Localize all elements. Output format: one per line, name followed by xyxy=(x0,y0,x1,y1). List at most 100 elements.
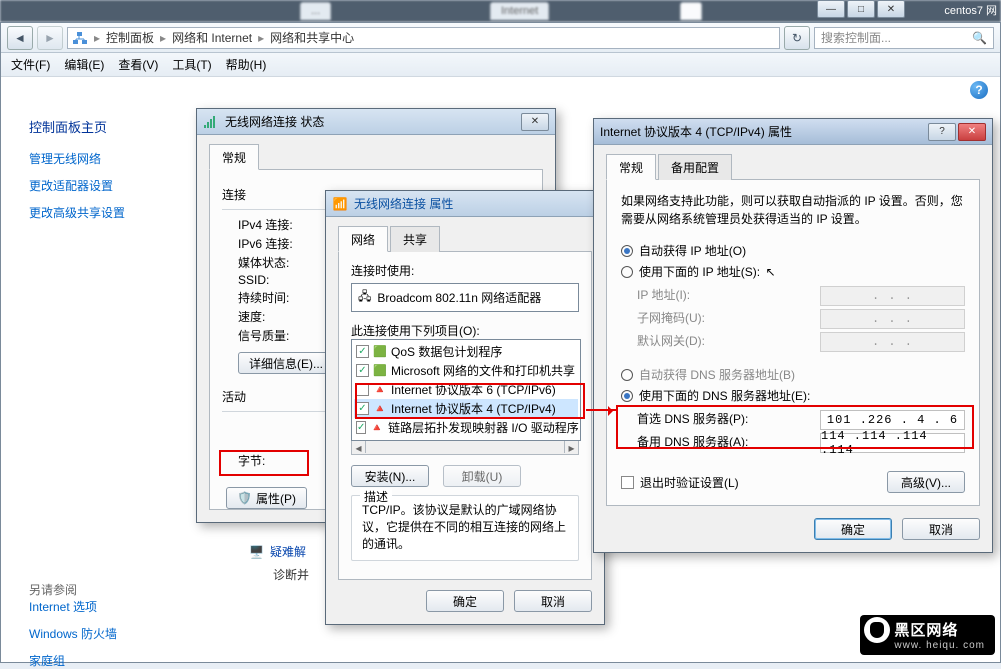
label-preferred-dns: 首选 DNS 服务器(P): xyxy=(637,410,748,430)
adapter-icon: 🖧 xyxy=(358,287,371,308)
diagnose-text: 诊断并 xyxy=(273,566,309,583)
breadcrumb[interactable]: 网络和 Internet xyxy=(172,29,252,46)
ipv4-properties-dialog: Internet 协议版本 4 (TCP/IPv4) 属性 ? ✕ 常规 备用配… xyxy=(593,118,993,553)
label-speed: 速度: xyxy=(238,308,322,325)
checkbox-validate[interactable] xyxy=(621,476,634,489)
tab-general[interactable]: 常规 xyxy=(606,154,656,180)
cancel-button[interactable]: 取消 xyxy=(514,590,592,612)
content-area: 🖥️ 疑难解 诊断并 xyxy=(249,543,309,589)
protocol-icon: 🔺 xyxy=(373,383,387,397)
breadcrumb[interactable]: 控制面板 xyxy=(106,29,154,46)
sidebar-link-advanced-sharing[interactable]: 更改高级共享设置 xyxy=(29,204,191,221)
protocol-label: Internet 协议版本 6 (TCP/IPv6) xyxy=(391,381,556,398)
back-button[interactable]: ◄ xyxy=(7,26,33,50)
tab-alternate[interactable]: 备用配置 xyxy=(658,154,732,180)
menu-help[interactable]: 帮助(H) xyxy=(226,56,267,73)
sidebar: 控制面板主页 管理无线网络 更改适配器设置 更改高级共享设置 另请参阅 Inte… xyxy=(1,101,191,662)
troubleshoot-link[interactable]: 疑难解 xyxy=(270,543,306,560)
sidebar-heading: 控制面板主页 xyxy=(29,117,191,136)
sidebar-link-firewall[interactable]: Windows 防火墙 xyxy=(29,625,191,642)
radio-auto-ip[interactable] xyxy=(621,245,633,257)
alternate-dns-field[interactable]: 114 .114 .114 .114 xyxy=(820,433,965,453)
menu-edit[interactable]: 编辑(E) xyxy=(64,56,104,73)
sidebar-link-homegroup[interactable]: 家庭组 xyxy=(29,652,191,669)
protocol-list[interactable]: ✓🟩QoS 数据包计划程序✓🟩Microsoft 网络的文件和打印机共享🔺Int… xyxy=(351,339,581,441)
checkbox-icon[interactable] xyxy=(356,383,369,396)
ip-field: . . . xyxy=(820,286,965,306)
close-button[interactable]: ✕ xyxy=(521,113,549,131)
refresh-button[interactable]: ↻ xyxy=(784,26,810,50)
network-icon xyxy=(72,30,88,46)
tab-sharing[interactable]: 共享 xyxy=(390,226,440,252)
label-duration: 持续时间: xyxy=(238,289,322,306)
label-ipv6: IPv6 连接: xyxy=(238,235,322,252)
details-button[interactable]: 详细信息(E)... xyxy=(238,352,334,374)
protocol-item[interactable]: ✓ 🟩 Microsoft 网络的文件和打印机共享 xyxy=(354,361,578,380)
dialog-title: Internet 协议版本 4 (TCP/IPv4) 属性 xyxy=(600,123,792,140)
browser-tab[interactable]: ... xyxy=(300,2,331,20)
intro-text: 如果网络支持此功能，则可以获取自动指派的 IP 设置。否则，您需要从网络系统管理… xyxy=(621,192,965,228)
window-maximize[interactable]: □ xyxy=(847,0,875,18)
tab-general[interactable]: 常规 xyxy=(209,144,259,170)
protocol-item[interactable]: ✓🟩QoS 数据包计划程序 xyxy=(354,342,578,361)
mask-field: . . . xyxy=(820,309,965,329)
protocol-item[interactable]: 🔺 Internet 协议版本 6 (TCP/IPv6) xyxy=(354,380,578,399)
sidebar-link-adapter-settings[interactable]: 更改适配器设置 xyxy=(29,177,191,194)
label-uses-following: 此连接使用下列项目(O): xyxy=(351,322,579,339)
protocol-label: Microsoft 网络的文件和打印机共享 xyxy=(391,362,575,379)
label-use-ip: 使用下面的 IP 地址(S): xyxy=(639,265,760,279)
nav-bar: ◄ ► ▸ 控制面板 ▸ 网络和 Internet ▸ 网络和共享中心 ↻ 搜索… xyxy=(1,23,1000,53)
help-icon[interactable]: ? xyxy=(970,81,988,99)
menu-file[interactable]: 文件(F) xyxy=(11,56,50,73)
ok-button[interactable]: 确定 xyxy=(426,590,504,612)
checkbox-icon[interactable]: ✓ xyxy=(356,364,369,377)
search-icon: 🔍 xyxy=(972,31,987,45)
help-button[interactable]: ? xyxy=(928,123,956,141)
install-button[interactable]: 安装(N)... xyxy=(351,465,429,487)
cancel-button[interactable]: 取消 xyxy=(902,518,980,540)
checkbox-icon[interactable]: ✓ xyxy=(356,402,369,415)
menu-view[interactable]: 查看(V) xyxy=(118,56,158,73)
breadcrumb[interactable]: 网络和共享中心 xyxy=(270,29,354,46)
label-auto-ip: 自动获得 IP 地址(O) xyxy=(639,244,746,258)
radio-auto-dns[interactable] xyxy=(621,369,633,381)
cursor-icon: ↖ xyxy=(765,265,775,279)
gateway-field: . . . xyxy=(820,332,965,352)
sidebar-link-manage-wireless[interactable]: 管理无线网络 xyxy=(29,150,191,167)
label-alternate-dns: 备用 DNS 服务器(A): xyxy=(637,433,748,453)
address-bar[interactable]: ▸ 控制面板 ▸ 网络和 Internet ▸ 网络和共享中心 xyxy=(67,27,780,49)
advanced-button[interactable]: 高级(V)... xyxy=(887,471,965,493)
label-description: 描述 xyxy=(360,488,392,505)
menu-tools[interactable]: 工具(T) xyxy=(172,56,211,73)
chevron-right-icon: ▸ xyxy=(94,31,100,45)
label-ipv4: IPv4 连接: xyxy=(238,216,322,233)
label-use-dns: 使用下面的 DNS 服务器地址(E): xyxy=(639,389,810,403)
sidebar-link-internet-options[interactable]: Internet 选项 xyxy=(29,598,191,615)
uninstall-button[interactable]: 卸载(U) xyxy=(443,465,521,487)
ok-button[interactable]: 确定 xyxy=(814,518,892,540)
watermark-url: www. heiqu. com xyxy=(894,640,985,651)
close-button[interactable]: ✕ xyxy=(958,123,986,141)
scrollbar-horizontal[interactable]: ◂ ▸ xyxy=(351,441,579,455)
label-gateway: 默认网关(D): xyxy=(637,332,705,352)
protocol-item[interactable]: ✓🔺链路层拓扑发现映射器 I/O 驱动程序 xyxy=(354,418,578,437)
radio-use-ip[interactable] xyxy=(621,266,633,278)
browser-tab[interactable] xyxy=(680,2,702,20)
search-input[interactable]: 搜索控制面... 🔍 xyxy=(814,27,994,49)
service-icon: 🟩 xyxy=(373,364,387,378)
checkbox-icon[interactable]: ✓ xyxy=(356,345,369,358)
preferred-dns-field[interactable]: 101 .226 . 4 . 6 xyxy=(820,410,965,430)
window-close[interactable]: ✕ xyxy=(877,0,905,18)
shield-icon: 🛡️ xyxy=(237,491,252,505)
browser-tab[interactable]: Internet xyxy=(490,2,549,20)
window-minimize[interactable]: — xyxy=(817,0,845,18)
forward-button[interactable]: ► xyxy=(37,26,63,50)
radio-use-dns[interactable] xyxy=(621,390,633,402)
tab-network[interactable]: 网络 xyxy=(338,226,388,252)
troubleshoot-icon: 🖥️ xyxy=(249,545,264,559)
properties-button[interactable]: 🛡️ 属性(P) xyxy=(226,487,307,509)
protocol-label: QoS 数据包计划程序 xyxy=(391,343,502,360)
checkbox-icon[interactable]: ✓ xyxy=(356,421,366,434)
label-validate: 退出时验证设置(L) xyxy=(640,476,739,490)
protocol-item[interactable]: ✓🔺Internet 协议版本 4 (TCP/IPv4) xyxy=(354,399,578,418)
